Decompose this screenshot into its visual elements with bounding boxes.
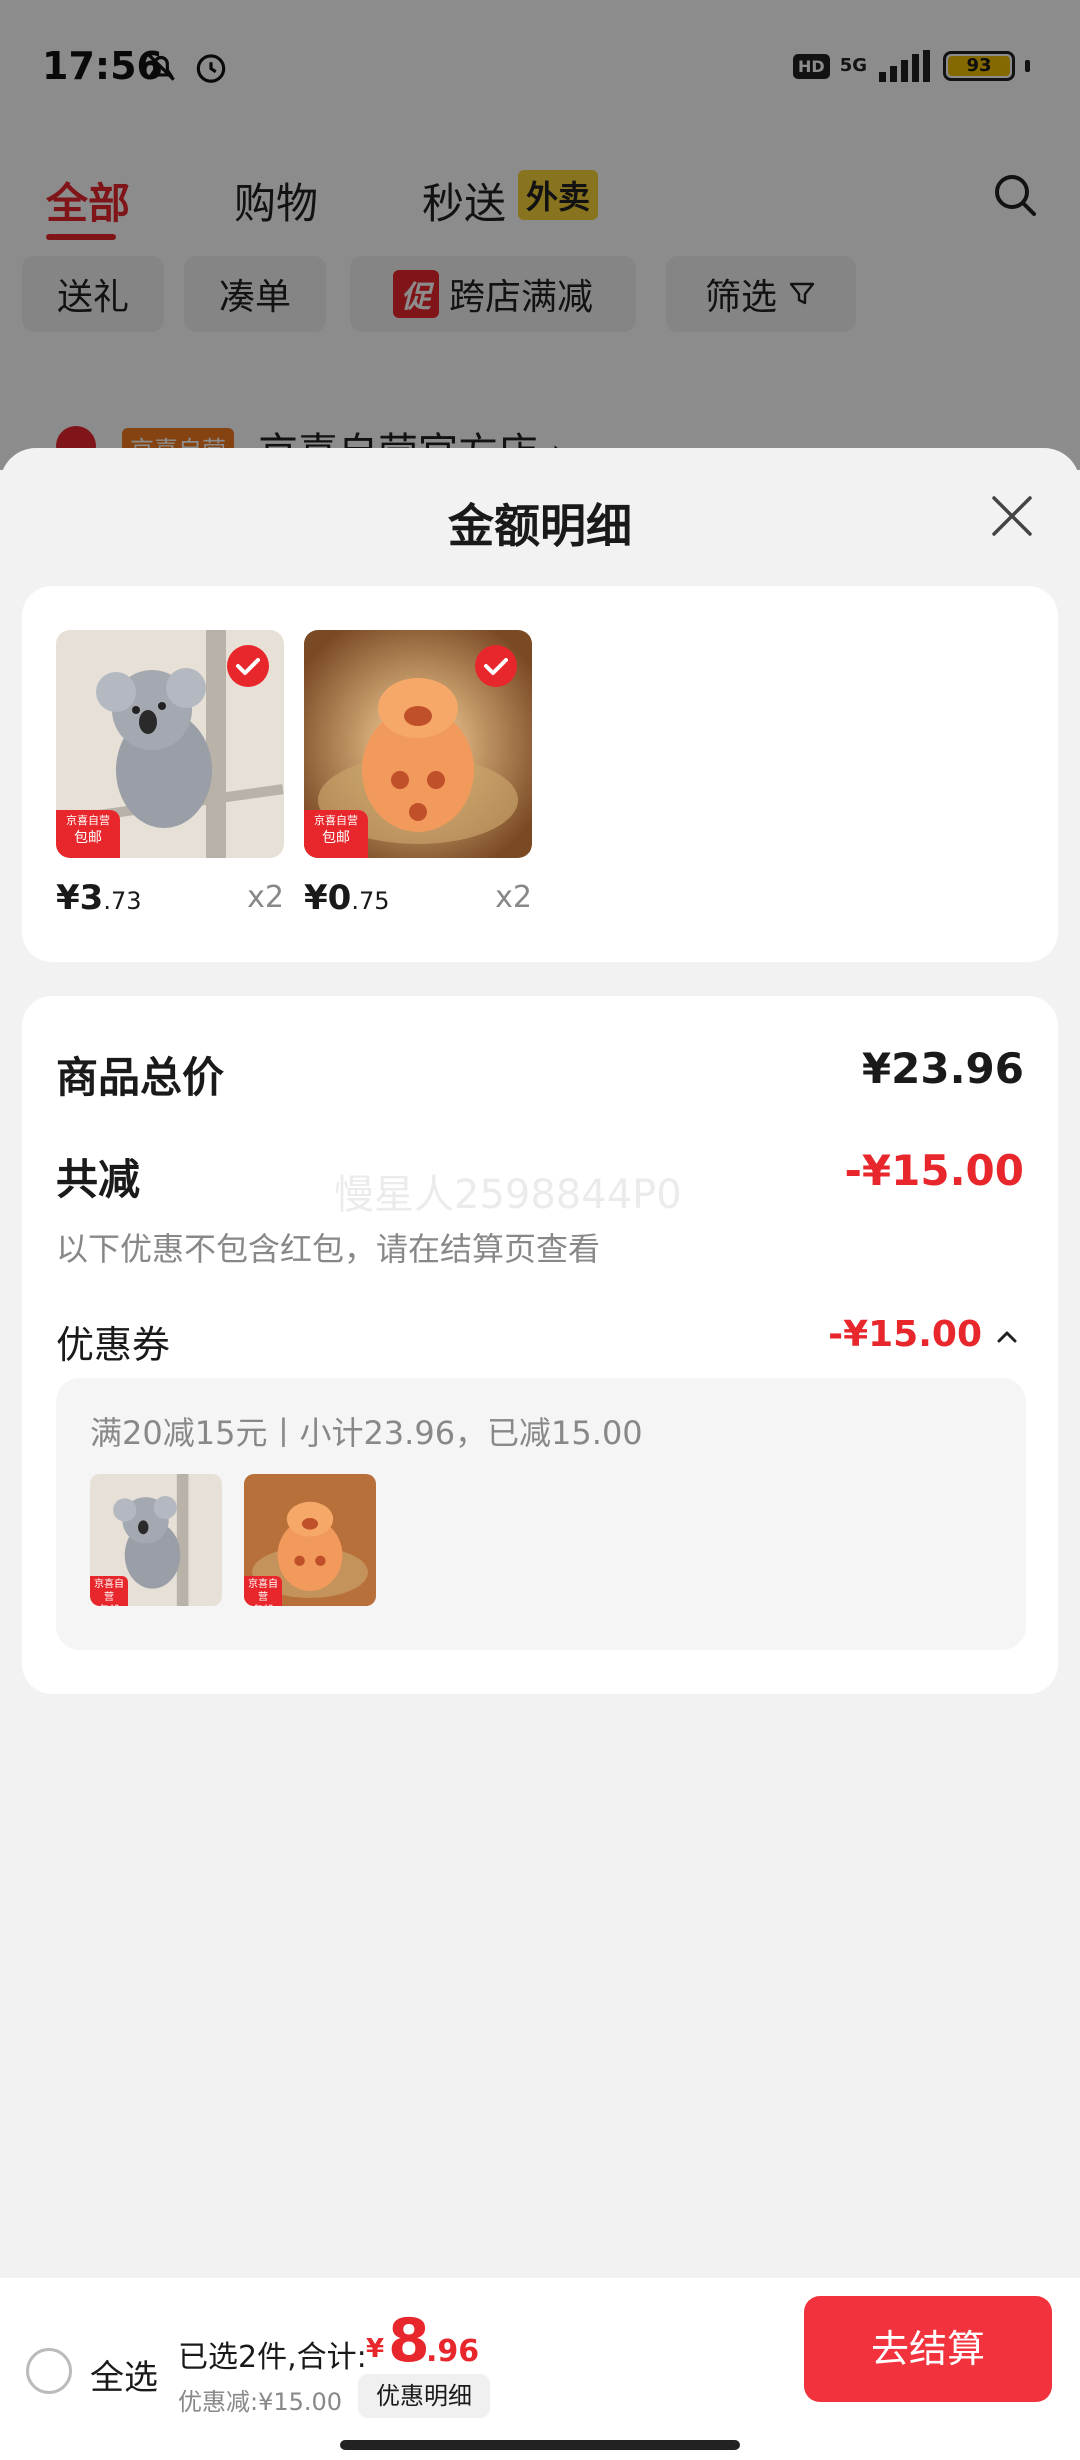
capybara-lamp-image: 京喜自营 包邮 [304,630,532,858]
free-shipping-tag: 京喜自营包邮 [244,1576,282,1606]
total-price-value: ¥23.96 [861,1044,1024,1093]
free-shipping-bottom: 包邮 [322,830,350,846]
total-amount-int: 8 [388,2306,430,2376]
coupon-label: 优惠券 [56,1323,171,1367]
free-shipping-tag: 京喜自营包邮 [56,810,120,858]
discount-note: 以下优惠不包含红包，请在结算页查看 [56,1230,601,1268]
select-all-radio[interactable] [26,2348,72,2394]
discount-summary: 优惠减:¥15.00 [178,2388,343,2416]
coupon-item-thumb: 京喜自营包邮 [90,1474,222,1606]
item-price-dec: .75 [351,887,390,915]
item-price: ¥0.75 [304,878,390,918]
free-shipping-top: 京喜自营 [66,814,110,827]
coupon-rule: 满20减15元丨小计23.96，已减15.00 [90,1414,643,1452]
price-summary-card: 商品总价 ¥23.96 慢星人2598844P0 共减 -¥15.00 以下优惠… [22,996,1058,1694]
item-price: ¥3.73 [56,878,142,918]
mini-ship-top: 京喜自营 [94,1579,124,1603]
coupon-value[interactable]: -¥15.00 [828,1314,982,1355]
checkout-button[interactable]: 去结算 [804,2296,1052,2402]
watermark: 慢星人2598844P0 [334,1172,682,1218]
selected-items-card: 京喜自营 包邮 ¥3.73 x2 京喜自营 包邮 ¥0.75 x2 [22,586,1058,962]
product-item[interactable]: 京喜自营包邮 ¥3.73 x2 [56,630,284,918]
home-indicator[interactable] [340,2440,740,2450]
free-shipping-bottom: 包邮 [74,830,102,846]
reduce-value: -¥15.00 [844,1146,1024,1195]
free-shipping-top: 京喜自营 [314,814,358,827]
checked-icon[interactable] [474,644,518,688]
product-item[interactable]: 京喜自营包邮 ¥0.75 x2 [304,630,532,918]
item-price-dec: .73 [103,887,142,915]
total-currency: ¥ [366,2334,385,2364]
free-shipping-tag: 京喜自营包邮 [90,1576,128,1606]
total-price-label: 商品总价 [56,1053,225,1102]
amount-detail-sheet: 金额明细 京喜自营 包邮 ¥3.73 x2 京喜自营 包邮 ¥0.75 x2 商… [0,448,1080,2278]
checked-icon[interactable] [226,644,270,688]
checkout-bar: 全选 已选2件,合计: ¥ 8 .96 优惠减:¥15.00 优惠明细 去结算 [0,2278,1080,2460]
sheet-title: 金额明细 [448,499,632,553]
item-price-int: ¥0 [304,878,352,918]
select-all-label[interactable]: 全选 [90,2350,158,2399]
item-price-int: ¥3 [56,878,104,918]
mini-ship-bottom: 包邮 [99,1605,119,1606]
close-icon[interactable] [986,490,1038,542]
chevron-up-icon[interactable] [992,1322,1022,1352]
item-quantity: x2 [247,880,284,915]
selected-summary: 已选2件,合计: [178,2340,367,2375]
discount-detail-button[interactable]: 优惠明细 [358,2374,490,2418]
free-shipping-tag: 京喜自营包邮 [304,810,368,858]
mini-ship-bottom: 包邮 [253,1605,273,1606]
mini-ship-top: 京喜自营 [248,1579,278,1603]
coupon-item-thumb: 京喜自营包邮 [244,1474,376,1606]
dim-overlay[interactable] [0,0,1080,470]
reduce-label: 共减 [56,1155,141,1204]
total-amount-dec: .96 [426,2334,480,2369]
item-quantity: x2 [495,880,532,915]
koala-plush-image: 京喜自营 包邮 [56,630,284,858]
coupon-detail-box: 满20减15元丨小计23.96，已减15.00 京喜自营包邮 [56,1378,1026,1650]
